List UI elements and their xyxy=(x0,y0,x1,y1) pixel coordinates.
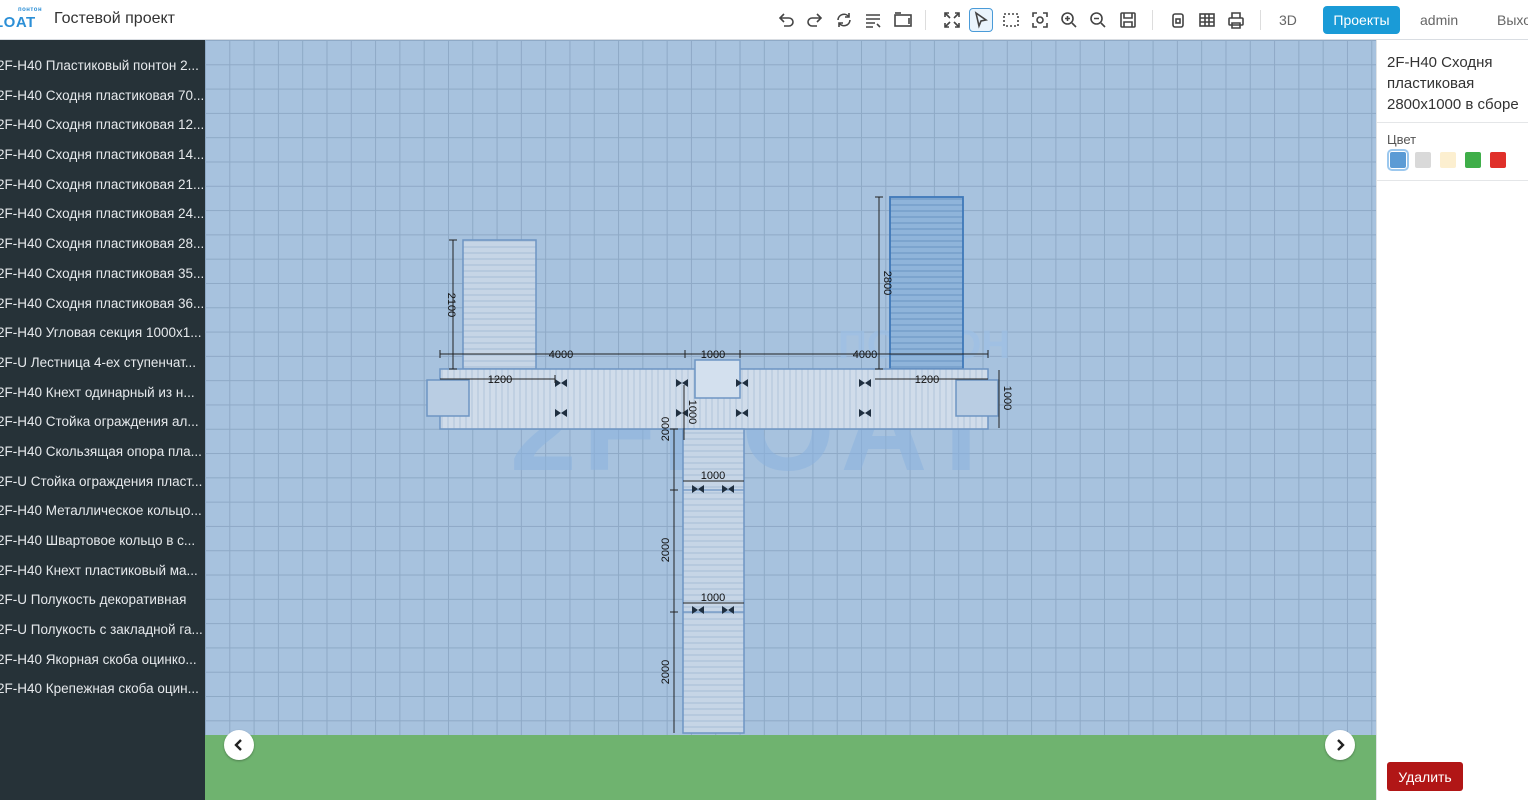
window-icon[interactable] xyxy=(891,8,915,32)
catalog-item[interactable]: 2F-U Лестница 4-ех ступенчат... xyxy=(0,348,205,378)
refresh-icon[interactable] xyxy=(832,8,856,32)
catalog-item[interactable]: 2F-U Стойка ограждения пласт... xyxy=(0,467,205,497)
save-icon[interactable] xyxy=(1116,8,1140,32)
color-swatch[interactable] xyxy=(1415,152,1431,168)
app-logo[interactable]: понтон LOAT xyxy=(0,6,46,34)
catalog-item[interactable]: 2F-H40 Скользящая опора пла... xyxy=(0,437,205,467)
print-icon[interactable] xyxy=(1224,8,1248,32)
logout-link[interactable]: Выход xyxy=(1497,12,1528,28)
catalog-item[interactable]: 2F-H40 Сходня пластиковая 12... xyxy=(0,110,205,140)
catalog-item[interactable]: 2F-H40 Сходня пластиковая 21... xyxy=(0,170,205,200)
catalog-item[interactable]: 2F-H40 Сходня пластиковая 70... xyxy=(0,81,205,111)
toolbar-divider xyxy=(925,10,926,30)
table-icon[interactable] xyxy=(1195,8,1219,32)
dim-label: 2000 xyxy=(660,538,672,562)
catalog-item[interactable]: 2F-U Полукость декоративная xyxy=(0,585,205,615)
catalog-item[interactable]: 2F-U Полукость с закладной га... xyxy=(0,615,205,645)
grass-area xyxy=(205,735,1376,800)
dim-label: 4000 xyxy=(549,349,573,361)
color-swatch[interactable] xyxy=(1387,149,1409,171)
dim-label: 2000 xyxy=(660,417,672,441)
chevron-right-icon xyxy=(1337,739,1345,751)
catalog-item[interactable]: 2F-H40 Стойка ограждения ал... xyxy=(0,407,205,437)
dim-label: 1000 xyxy=(701,470,725,482)
color-swatch[interactable] xyxy=(1440,152,1456,168)
next-arrow-button[interactable] xyxy=(1325,730,1355,760)
catalog-item[interactable]: 2F-H40 Металлическое кольцо... xyxy=(0,496,205,526)
catalog-item[interactable]: 2F-H40 Швартовое кольцо в с... xyxy=(0,526,205,556)
center-junction[interactable] xyxy=(694,359,741,399)
fit-screen-icon[interactable] xyxy=(940,8,964,32)
logo-subtitle: понтон xyxy=(18,7,43,13)
catalog-item[interactable]: 2F-H40 Сходня пластиковая 24... xyxy=(0,199,205,229)
delete-button[interactable]: Удалить xyxy=(1387,762,1463,791)
catalog-item[interactable]: 2F-H40 Сходня пластиковая 28... xyxy=(0,229,205,259)
catalog-item[interactable]: 2F-H40 Угловая секция 1000x1... xyxy=(0,318,205,348)
logo-text: LOAT xyxy=(0,14,36,31)
panel-divider xyxy=(1377,122,1528,123)
redo-icon[interactable] xyxy=(803,8,827,32)
color-swatch[interactable] xyxy=(1490,152,1506,168)
zoom-in-icon[interactable] xyxy=(1057,8,1081,32)
top-bar: понтон LOAT Гостевой проект xyxy=(0,0,1528,40)
zoom-out-icon[interactable] xyxy=(1086,8,1110,32)
pontoon-drawing: ПОНТОН 2FLOAT xyxy=(426,196,1013,734)
select-pointer-icon[interactable] xyxy=(969,8,993,32)
properties-panel: 2F-H40 Сходня пластиковая 2800х1000 в сб… xyxy=(1376,40,1528,800)
color-swatch[interactable] xyxy=(1465,152,1481,168)
dim-label: 1200 xyxy=(915,374,939,386)
user-menu[interactable]: admin xyxy=(1420,12,1458,28)
marquee-select-icon[interactable] xyxy=(999,8,1023,32)
view-3d-button[interactable]: 3D xyxy=(1279,12,1297,28)
dim-label: 2000 xyxy=(660,660,672,684)
projects-button[interactable]: Проекты xyxy=(1323,6,1400,34)
dim-label: 1000 xyxy=(701,349,725,361)
dim-label: 2100 xyxy=(445,293,457,317)
dim-label: 1000 xyxy=(701,592,725,604)
catalog-item[interactable]: 2F-H40 Кнехт одинарный из н... xyxy=(0,378,205,408)
chevron-left-icon xyxy=(234,739,242,751)
catalog-item[interactable]: 2F-H40 Якорная скоба оцинко... xyxy=(0,645,205,675)
undo-icon[interactable] xyxy=(774,8,798,32)
catalog-list: 2F-H40 Пластиковый понтон 2... 2F-H40 Схо… xyxy=(0,40,205,704)
catalog-item[interactable]: 2F-H40 Кнехт пластиковый ма... xyxy=(0,556,205,586)
focus-icon[interactable] xyxy=(1028,8,1052,32)
list-icon[interactable] xyxy=(861,8,885,32)
color-label: Цвет xyxy=(1387,132,1417,147)
catalog-item[interactable]: 2F-H40 Крепежная скоба оцин... xyxy=(0,674,205,704)
catalog-sidebar: 2F-H40 Пластиковый понтон 2... 2F-H40 Схо… xyxy=(0,40,205,800)
project-title: Гостевой проект xyxy=(54,10,176,27)
gangway-left[interactable] xyxy=(462,239,537,370)
catalog-item[interactable]: 2F-H40 Сходня пластиковая 36... xyxy=(0,289,205,319)
walkway-end-right[interactable] xyxy=(955,379,999,417)
catalog-item[interactable]: 2F-H40 Сходня пластиковая 14... xyxy=(0,140,205,170)
selected-item-title: 2F-H40 Сходня пластиковая 2800х1000 в сб… xyxy=(1387,54,1519,113)
dim-label: 1200 xyxy=(488,374,512,386)
panel-divider xyxy=(1377,180,1528,181)
dim-label: 1000 xyxy=(1001,386,1013,410)
catalog-item[interactable]: 2F-H40 Пластиковый понтон 2... xyxy=(0,51,205,81)
prev-arrow-button[interactable] xyxy=(224,730,254,760)
catalog-item[interactable]: 2F-H40 Сходня пластиковая 35... xyxy=(0,259,205,289)
design-canvas[interactable]: ПОНТОН 2FLOAT xyxy=(205,40,1376,800)
gangway-right-selected[interactable] xyxy=(889,196,964,370)
dim-label: 4000 xyxy=(853,349,877,361)
dim-label: 2800 xyxy=(881,271,893,295)
lock-icon[interactable] xyxy=(1166,8,1190,32)
dim-label: 1000 xyxy=(686,400,698,424)
toolbar-divider xyxy=(1260,10,1261,30)
toolbar-divider xyxy=(1152,10,1153,30)
walkway-end-left[interactable] xyxy=(426,379,470,417)
